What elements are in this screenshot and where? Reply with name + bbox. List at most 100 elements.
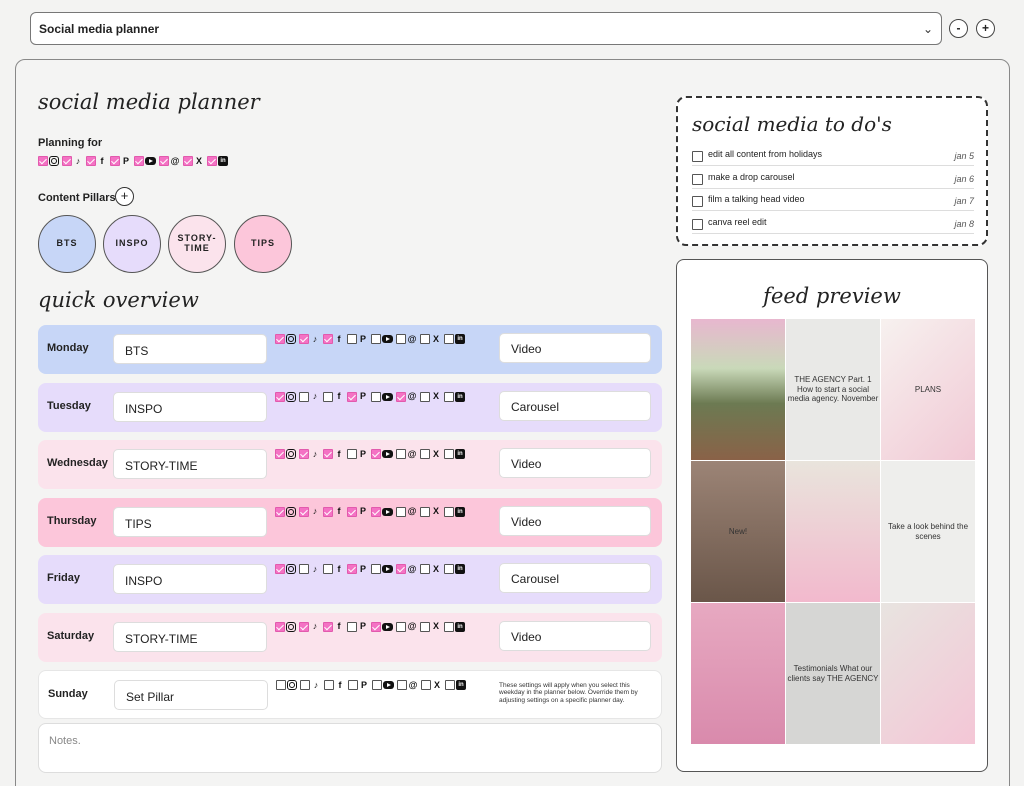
- planning-youtube-checkbox[interactable]: [134, 156, 144, 166]
- day-sunday-youtube-checkbox[interactable]: [372, 680, 382, 690]
- day-tuesday-facebook-option[interactable]: f: [323, 391, 344, 402]
- day-wednesday-youtube-option[interactable]: [371, 449, 393, 459]
- day-friday-youtube-option[interactable]: [371, 564, 393, 574]
- day-saturday-linkedin-option[interactable]: in: [444, 621, 465, 632]
- day-wednesday-tiktok-checkbox[interactable]: [299, 449, 309, 459]
- day-friday-youtube-checkbox[interactable]: [371, 564, 381, 574]
- day-wednesday-x-checkbox[interactable]: [420, 449, 430, 459]
- day-sunday-linkedin-option[interactable]: in: [445, 680, 466, 690]
- day-wednesday-instagram-option[interactable]: [275, 449, 296, 459]
- pillar-select[interactable]: INSPO: [113, 391, 267, 422]
- day-tuesday-linkedin-checkbox[interactable]: [444, 391, 454, 402]
- day-saturday-instagram-option[interactable]: [275, 621, 296, 632]
- pillar-storytime[interactable]: STORY- TIME: [168, 215, 226, 273]
- day-thursday-youtube-option[interactable]: [371, 506, 393, 517]
- day-tuesday-threads-option[interactable]: @: [396, 391, 417, 402]
- day-sunday-threads-checkbox[interactable]: [397, 680, 407, 690]
- planning-x-option[interactable]: X: [183, 156, 204, 166]
- day-thursday-instagram-option[interactable]: [275, 506, 296, 517]
- day-friday-instagram-checkbox[interactable]: [275, 564, 285, 574]
- day-saturday-x-option[interactable]: X: [420, 621, 441, 632]
- day-friday-pinterest-checkbox[interactable]: [347, 564, 357, 574]
- planning-threads-option[interactable]: @: [159, 156, 180, 166]
- day-thursday-x-checkbox[interactable]: [420, 506, 430, 517]
- planning-linkedin-option[interactable]: in: [207, 156, 228, 166]
- feed-tile[interactable]: PLANS: [881, 319, 975, 460]
- day-thursday-pinterest-option[interactable]: P: [347, 506, 368, 517]
- feed-tile[interactable]: [786, 461, 880, 602]
- day-tuesday-instagram-checkbox[interactable]: [275, 391, 285, 402]
- day-saturday-youtube-checkbox[interactable]: [371, 621, 381, 632]
- planning-pinterest-option[interactable]: P: [110, 156, 131, 166]
- day-saturday-linkedin-checkbox[interactable]: [444, 621, 454, 632]
- todo-checkbox[interactable]: [692, 196, 703, 207]
- day-wednesday-pinterest-checkbox[interactable]: [347, 449, 357, 459]
- day-monday-facebook-option[interactable]: f: [323, 334, 344, 344]
- planning-x-checkbox[interactable]: [183, 156, 193, 166]
- day-sunday-pinterest-option[interactable]: P: [348, 680, 369, 690]
- day-thursday-linkedin-option[interactable]: in: [444, 506, 465, 517]
- pillar-select[interactable]: BTS: [113, 334, 267, 364]
- day-monday-youtube-checkbox[interactable]: [371, 334, 381, 344]
- zoom-in-button[interactable]: +: [976, 19, 995, 38]
- day-thursday-x-option[interactable]: X: [420, 506, 441, 517]
- day-friday-threads-checkbox[interactable]: [396, 564, 406, 574]
- day-friday-pinterest-option[interactable]: P: [347, 564, 368, 574]
- day-tuesday-facebook-checkbox[interactable]: [323, 391, 333, 402]
- day-thursday-instagram-checkbox[interactable]: [275, 506, 285, 517]
- planning-facebook-option[interactable]: f: [86, 156, 107, 166]
- planning-instagram-checkbox[interactable]: [38, 156, 48, 166]
- todo-checkbox[interactable]: [692, 218, 703, 230]
- day-wednesday-youtube-checkbox[interactable]: [371, 449, 381, 459]
- todo-checkbox[interactable]: [692, 173, 703, 185]
- planner-select[interactable]: Social media planner ⌄: [30, 12, 942, 45]
- notes-field[interactable]: Notes.: [38, 723, 662, 773]
- feed-tile[interactable]: [691, 319, 785, 460]
- day-friday-linkedin-option[interactable]: in: [444, 564, 465, 574]
- day-wednesday-instagram-checkbox[interactable]: [275, 449, 285, 459]
- day-saturday-x-checkbox[interactable]: [420, 621, 430, 632]
- pillar-select[interactable]: TIPS: [113, 506, 267, 537]
- day-monday-x-option[interactable]: X: [420, 334, 441, 344]
- day-wednesday-facebook-option[interactable]: f: [323, 449, 344, 459]
- day-tuesday-linkedin-option[interactable]: in: [444, 391, 465, 402]
- day-tuesday-tiktok-checkbox[interactable]: [299, 391, 309, 402]
- day-tuesday-youtube-checkbox[interactable]: [371, 391, 381, 402]
- planning-facebook-checkbox[interactable]: [86, 156, 96, 166]
- day-tuesday-pinterest-checkbox[interactable]: [347, 391, 357, 402]
- day-friday-x-option[interactable]: X: [420, 564, 441, 574]
- day-tuesday-threads-checkbox[interactable]: [396, 391, 406, 402]
- day-monday-instagram-checkbox[interactable]: [275, 334, 285, 344]
- feed-tile[interactable]: [691, 603, 785, 744]
- day-thursday-threads-checkbox[interactable]: [396, 506, 406, 517]
- day-monday-threads-option[interactable]: @: [396, 334, 417, 344]
- day-tuesday-tiktok-option[interactable]: ♪: [299, 391, 320, 402]
- day-saturday-instagram-checkbox[interactable]: [275, 621, 285, 632]
- day-wednesday-x-option[interactable]: X: [420, 449, 441, 459]
- day-thursday-threads-option[interactable]: @: [396, 506, 417, 517]
- day-wednesday-tiktok-option[interactable]: ♪: [299, 449, 320, 459]
- day-monday-threads-checkbox[interactable]: [396, 334, 406, 344]
- day-monday-facebook-checkbox[interactable]: [323, 334, 333, 344]
- day-thursday-pinterest-checkbox[interactable]: [347, 506, 357, 517]
- day-saturday-youtube-option[interactable]: [371, 621, 393, 632]
- feed-tile[interactable]: Take a look behind the scenes: [881, 461, 975, 602]
- day-wednesday-threads-checkbox[interactable]: [396, 449, 406, 459]
- day-monday-pinterest-checkbox[interactable]: [347, 334, 357, 344]
- day-saturday-facebook-option[interactable]: f: [323, 621, 344, 632]
- planning-youtube-option[interactable]: [134, 156, 156, 166]
- day-tuesday-x-option[interactable]: X: [420, 391, 441, 402]
- day-friday-instagram-option[interactable]: [275, 564, 296, 574]
- day-tuesday-instagram-option[interactable]: [275, 391, 296, 402]
- feed-tile[interactable]: Testimonials What our clients say THE AG…: [786, 603, 880, 744]
- day-sunday-youtube-option[interactable]: [372, 680, 394, 690]
- planning-pinterest-checkbox[interactable]: [110, 156, 120, 166]
- day-sunday-x-option[interactable]: X: [421, 680, 442, 690]
- content-type-select[interactable]: Carousel: [499, 390, 651, 421]
- day-monday-linkedin-option[interactable]: in: [444, 334, 465, 344]
- pillar-select[interactable]: STORY-TIME: [113, 621, 267, 652]
- day-friday-x-checkbox[interactable]: [420, 564, 430, 574]
- day-thursday-linkedin-checkbox[interactable]: [444, 506, 454, 517]
- day-sunday-threads-option[interactable]: @: [397, 680, 418, 690]
- day-thursday-tiktok-checkbox[interactable]: [299, 506, 309, 517]
